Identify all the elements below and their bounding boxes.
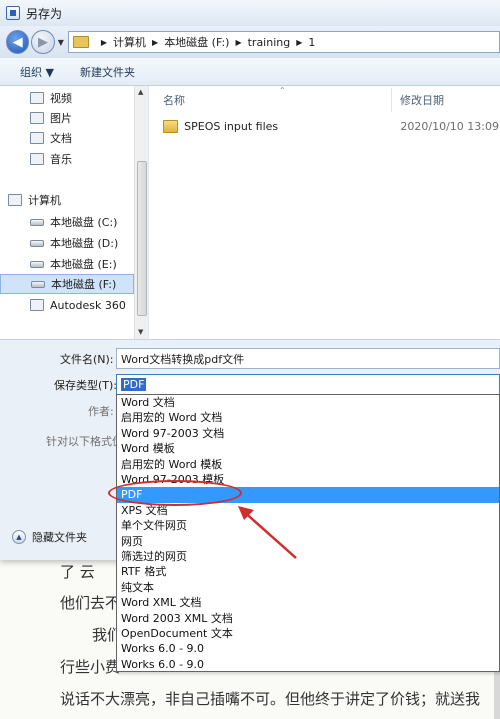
video-icon [30,92,44,104]
nav-item-drive-d[interactable]: 本地磁盘 (D:) [0,233,134,253]
author-label: 作者: [88,405,114,418]
save-type-label: 保存类型(T): [54,379,118,392]
scrollbar-thumb[interactable] [137,161,147,316]
nav-item-label: Autodesk 360 [50,298,126,312]
computer-icon [8,194,22,206]
window-title: 另存为 [26,6,63,21]
title-bar[interactable]: 另存为 [0,0,500,26]
nav-item-drive-c[interactable]: 本地磁盘 (C:) [0,212,134,232]
file-row[interactable]: SPEOS input files 2020/10/10 13:09 [163,116,499,136]
drive-icon [31,280,45,288]
chevron-right-icon[interactable]: ▶ [235,38,241,47]
new-folder-button[interactable]: 新建文件夹 [80,64,135,80]
hide-folders-label: 隐藏文件夹 [32,531,87,544]
dropdown-option[interactable]: 启用宏的 Word 文档 [117,410,499,425]
navigation-pane: 视频 图片 文档 音乐 计算机 本地磁盘 (C:) 本地磁盘 (D:) 本地磁盘… [0,86,148,339]
filename-field[interactable]: Word文档转换成pdf文件 [116,348,500,369]
save-type-value: PDF [121,378,147,391]
address-row: ◀ ▶ ▼ ▶ 计算机 ▶ 本地磁盘 (F:) ▶ training ▶ 1 [0,26,500,58]
nav-item-music[interactable]: 音乐 [0,149,134,169]
save-type-select[interactable]: PDF [116,374,500,395]
file-list-pane: ⌃ 名称 修改日期 SPEOS input files 2020/10/10 1… [149,86,500,339]
nav-scrollbar[interactable]: ▲ ▼ [134,86,148,339]
picture-icon [30,112,44,124]
drive-icon [30,260,44,268]
dropdown-option[interactable]: Works 6.0 - 9.0 [117,641,499,656]
history-dropdown-icon[interactable]: ▼ [58,38,64,47]
nav-item-videos[interactable]: 视频 [0,88,134,108]
doc-line: 说话不大漂亮，非自己插嘴不可。但他终于讲定了价钱；就送我 [60,690,481,708]
chevron-up-icon: ▲ [12,530,26,544]
dropdown-option[interactable]: Word 97-2003 文档 [117,426,499,441]
sort-arrow-icon: ⌃ [279,86,286,95]
nav-item-label: 本地磁盘 (F:) [51,278,117,291]
nav-item-label: 本地磁盘 (D:) [50,237,119,250]
column-header-name[interactable]: 名称 [163,92,185,108]
folder-icon [72,36,89,48]
breadcrumb-1[interactable]: 1 [308,36,315,49]
cloud-icon [30,299,44,311]
nav-item-label: 图片 [50,112,72,125]
nav-item-label: 计算机 [28,194,61,207]
dropdown-option[interactable]: Word XML 文档 [117,595,499,610]
optimize-label: 针对以下格式优 [46,435,123,448]
toolbar: 组织 ▼ 新建文件夹 [0,58,500,86]
dropdown-option[interactable]: OpenDocument 文本 [117,626,499,641]
dropdown-option[interactable]: Works 6.0 - 9.0 [117,657,499,672]
dropdown-option[interactable]: Word 文档 [117,395,499,410]
filename-label: 文件名(N): [60,353,114,366]
dropdown-option[interactable]: 纯文本 [117,580,499,595]
back-button[interactable]: ◀ [6,30,30,54]
nav-item-drive-f[interactable]: 本地磁盘 (F:) [0,274,134,294]
breadcrumb-computer[interactable]: 计算机 [113,34,146,50]
scroll-down-icon[interactable]: ▼ [138,328,143,336]
document-icon [30,132,44,144]
nav-item-documents[interactable]: 文档 [0,128,134,148]
chevron-right-icon[interactable]: ▶ [296,38,302,47]
hide-folders-button[interactable]: ▲ 隐藏文件夹 [12,529,87,545]
nav-item-label: 本地磁盘 (E:) [50,258,117,271]
breadcrumb-drive-f[interactable]: 本地磁盘 (F:) [164,34,229,50]
organize-button[interactable]: 组织 ▼ [20,64,54,80]
doc-line: 行些小费 [60,658,121,676]
annotation-ellipse [108,480,242,506]
dropdown-option[interactable]: 启用宏的 Word 模板 [117,457,499,472]
nav-item-pictures[interactable]: 图片 [0,108,134,128]
address-bar[interactable]: ▶ 计算机 ▶ 本地磁盘 (F:) ▶ training ▶ 1 [67,31,500,53]
column-header-date[interactable]: 修改日期 [400,92,444,108]
folder-icon [163,119,179,133]
nav-item-computer[interactable]: 计算机 [0,190,134,210]
nav-item-label: 文档 [50,132,72,145]
scroll-up-icon[interactable]: ▲ [138,88,143,96]
chevron-right-icon[interactable]: ▶ [152,38,158,47]
drive-icon [30,218,44,226]
annotation-arrow-icon [238,506,297,559]
drive-icon [30,239,44,247]
nav-item-label: 音乐 [50,153,72,166]
nav-item-autodesk-360[interactable]: Autodesk 360 [0,295,134,315]
dropdown-option[interactable]: Word 2003 XML 文档 [117,611,499,626]
nav-item-label: 视频 [50,92,72,105]
filename-value: Word文档转换成pdf文件 [121,352,245,366]
column-divider[interactable] [391,88,392,112]
file-name: SPEOS input files [184,119,279,133]
word-app-icon [6,6,20,20]
file-date: 2020/10/10 13:09 [400,119,499,133]
dropdown-option[interactable]: Word 模板 [117,441,499,456]
nav-item-label: 本地磁盘 (C:) [50,216,118,229]
music-icon [30,153,44,165]
doc-line: 他们去不 [60,594,121,612]
chevron-right-icon[interactable]: ▶ [101,38,107,47]
breadcrumb-training[interactable]: training [248,36,291,49]
forward-button[interactable]: ▶ [31,30,55,54]
doc-line: 了 云 [60,563,95,581]
nav-item-drive-e[interactable]: 本地磁盘 (E:) [0,254,134,274]
